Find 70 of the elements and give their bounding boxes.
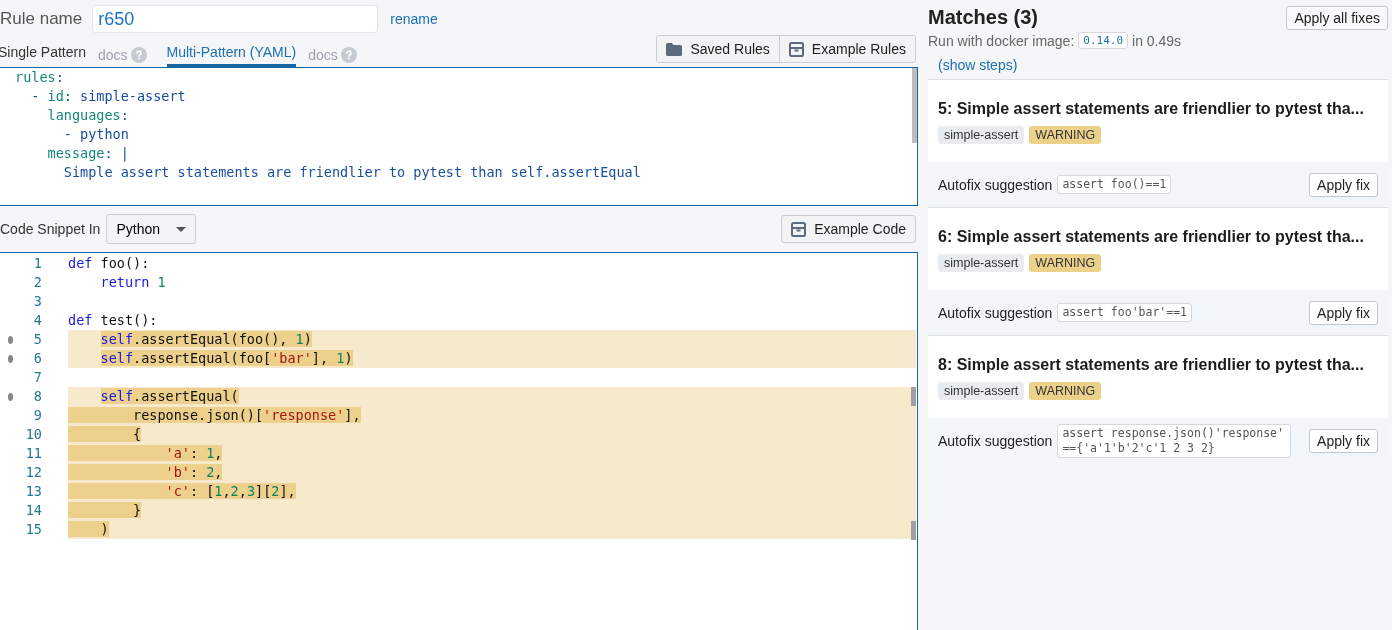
yaml-line: languages: — [46, 106, 130, 125]
line-number: 15 — [24, 520, 42, 539]
match-card[interactable]: 5: Simple assert statements are friendlier to pytest tha... simple-assert WARNING — [928, 79, 1388, 162]
rules-button[interactable]: Saved Rules — [657, 36, 779, 62]
tag: WARNING — [1029, 254, 1102, 272]
match-title: 6: Simple assert statements are friendlier to pytest tha... — [938, 228, 1365, 246]
tag: simple-assert — [938, 254, 1025, 272]
line-number: 1 — [32, 254, 42, 273]
line-number: 4 — [32, 311, 42, 330]
ruler-mark — [911, 521, 916, 540]
help-icon[interactable] — [340, 46, 357, 63]
line-number: 7 — [32, 368, 42, 387]
line-number: 8 — [32, 387, 42, 406]
line-number: 14 — [24, 501, 42, 520]
tag: WARNING — [1029, 126, 1102, 144]
rule-name-label: Rule name — [0, 9, 83, 29]
line-number: 13 — [24, 482, 42, 501]
match-title: 5: Simple assert statements are friendlier to pytest tha... — [938, 100, 1365, 118]
apply-fix-button[interactable]: Apply fix — [1309, 300, 1378, 325]
line-number: 11 — [24, 444, 42, 463]
line-number: 3 — [32, 292, 42, 311]
language-dropdown[interactable]: Python — [106, 214, 196, 244]
yaml-editor[interactable]: rules: - id: simple-assert languages: - python message: | Simple assert statements are friendlier to pytest than self.assertEqual — [0, 67, 918, 206]
apply-all-button[interactable]: Apply all fixes — [1286, 6, 1388, 30]
match-card[interactable]: 6: Simple assert statements are friendlier to pytest tha... simple-assert WARNING — [928, 207, 1388, 290]
yaml-line: - python — [62, 125, 130, 144]
box-icon — [791, 221, 807, 237]
line-number: 9 — [32, 406, 42, 425]
autofix-code: assert foo'bar'==1 — [1057, 303, 1193, 322]
match-card[interactable]: 8: Simple assert statements are friendlier to pytest tha... simple-assert WARNING — [928, 335, 1388, 418]
line-number: 5 — [32, 330, 42, 349]
box-icon — [788, 41, 804, 57]
rules-button[interactable]: Example Rules — [778, 36, 915, 62]
run-label: Run with docker image: — [928, 32, 1075, 49]
rename-link[interactable]: rename — [390, 11, 438, 27]
ruler-mark — [911, 387, 916, 406]
apply-fix-button[interactable]: Apply fix — [1309, 172, 1378, 197]
caret-icon — [176, 226, 186, 232]
autofix-label: Autofix suggestion — [938, 176, 1053, 193]
yaml-line: - id: simple-assert — [30, 87, 187, 106]
code-editor[interactable] — [0, 252, 918, 630]
folder-icon — [666, 42, 683, 56]
tag: WARNING — [1029, 382, 1102, 400]
code-line: def foo(): — [68, 254, 151, 273]
code-line: def test(): — [68, 311, 159, 330]
autofix-label: Autofix suggestion — [938, 304, 1053, 321]
tag: simple-assert — [938, 126, 1025, 144]
yaml-line: Simple assert statements are friendlier to pytest than self.assertEqual — [62, 163, 642, 182]
line-number: 12 — [24, 463, 42, 482]
autofix-code: assert foo()==1 — [1057, 175, 1172, 194]
yaml-line: message: | — [46, 144, 130, 163]
match-title: 8: Simple assert statements are friendlier to pytest tha... — [938, 356, 1365, 374]
line-number: 6 — [32, 349, 42, 368]
apply-fix-button[interactable]: Apply fix — [1309, 428, 1378, 453]
rule-name-field[interactable]: r650 — [92, 5, 379, 33]
show-steps-link[interactable]: (show steps) — [938, 57, 1388, 73]
tag: simple-assert — [938, 382, 1025, 400]
run-time: in 0.49s — [1132, 32, 1182, 49]
code-line: return 1 — [99, 273, 167, 292]
snippet-label: Code Snippet In — [0, 221, 101, 237]
autofix-code: assert response.json()'response' =={'a'1'b'2'c'1 2 3 2} — [1057, 423, 1292, 458]
autofix-label: Autofix suggestion — [938, 432, 1053, 449]
matches-title: Matches (3) — [928, 6, 1039, 29]
version-tag: 0.14.0 — [1078, 32, 1129, 49]
line-number: 10 — [24, 425, 42, 444]
line-number: 2 — [32, 273, 42, 292]
yaml-line: rules: — [14, 68, 65, 87]
example-code-button[interactable]: Example Code — [781, 215, 916, 243]
scrollbar-thumb[interactable] — [912, 68, 917, 143]
help-icon[interactable] — [130, 46, 147, 63]
